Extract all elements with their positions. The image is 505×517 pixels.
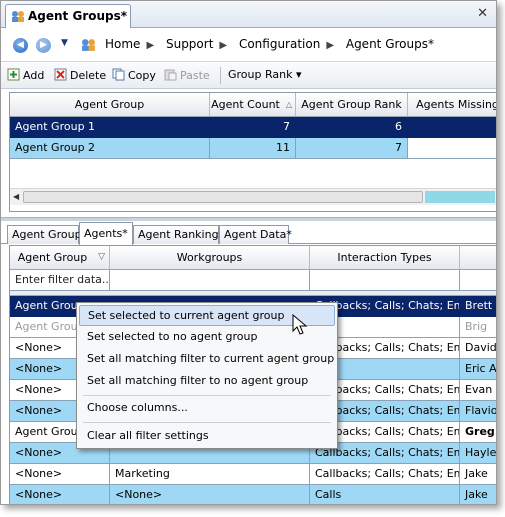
filter-input-agent-group[interactable]: Enter filter data...	[10, 270, 110, 291]
menu-item-set-all-matching-current[interactable]: Set all matching filter to current agent…	[79, 349, 335, 370]
cell-agent: David	[460, 338, 496, 359]
menu-separator	[83, 395, 331, 396]
menu-item-choose-columns[interactable]: Choose columns...	[79, 398, 335, 419]
tab-agent-data[interactable]: Agent Data*	[219, 225, 292, 244]
forward-icon[interactable]: ▶	[36, 38, 51, 53]
table-row[interactable]: <None> <None> Calls Jake	[10, 485, 496, 504]
breadcrumb-configuration[interactable]: Configuration	[239, 37, 320, 51]
filter-row: Enter filter data...	[10, 270, 496, 291]
add-button[interactable]: Add	[7, 68, 44, 82]
detail-tabs: Agent Group Agents* Agent Rankings Agent…	[1, 222, 496, 245]
breadcrumb-separator-icon: ▶	[219, 40, 228, 51]
menu-separator	[83, 422, 331, 423]
document-tab-title: Agent Groups*	[28, 9, 128, 23]
history-dropdown-icon[interactable]: ▼	[61, 38, 68, 48]
breadcrumb-separator-icon: ▶	[146, 40, 155, 51]
cell-agent-group: Agent Group 1	[10, 117, 210, 138]
filter-input-workgroups[interactable]	[110, 270, 310, 291]
cell-agent: Jake	[460, 485, 496, 504]
scrollbar-track[interactable]	[425, 191, 495, 203]
cell-agent: Greg	[460, 422, 496, 443]
copy-button[interactable]: Copy	[112, 68, 156, 82]
breadcrumb: Home ▶ Support ▶ Configuration ▶ Agent Grou…	[105, 37, 440, 51]
column-header-agent-group[interactable]: Agent Group	[10, 93, 210, 117]
cell-agent: Brig	[460, 317, 496, 338]
agent-group-icon	[82, 39, 95, 51]
breadcrumb-separator-icon: ▶	[326, 40, 335, 51]
cell-agent-group: <None>	[10, 464, 110, 485]
cell-agent: Eric A	[460, 359, 496, 380]
agent-groups-grid: Agent Group Agent Count △ Agent Group Ran…	[9, 92, 496, 212]
menu-item-set-all-matching-none[interactable]: Set all matching filter to no agent grou…	[79, 371, 335, 392]
cell-agent-count: 11	[210, 138, 296, 159]
cell-agent-group: <None>	[10, 485, 110, 504]
copy-icon	[112, 68, 125, 81]
toolbar: Add Delete Copy Paste Group Rank ▾	[1, 63, 496, 89]
column-header-agent-count[interactable]: Agent Count △	[210, 93, 296, 117]
scroll-left-icon[interactable]: ◀	[13, 192, 19, 201]
filter-input-agent[interactable]	[460, 270, 496, 291]
tab-agent-group[interactable]: Agent Group	[7, 225, 82, 244]
toolbar-separator	[220, 67, 221, 84]
add-icon	[7, 68, 20, 81]
cell-agent: Jake	[460, 464, 496, 485]
delete-icon	[54, 68, 67, 81]
paste-icon	[164, 69, 177, 81]
cell-agents-missing	[408, 117, 496, 138]
document-tab-strip: Agent Groups* ✕	[1, 1, 496, 28]
cell-agent-count: 7	[210, 117, 296, 138]
cell-agent-group: Agent Group 2	[10, 138, 210, 159]
cell-agent: Hayley	[460, 443, 496, 464]
close-icon[interactable]: ✕	[477, 6, 488, 21]
tab-agent-rankings[interactable]: Agent Rankings	[133, 225, 224, 244]
tab-agents[interactable]: Agents*	[79, 222, 133, 245]
filter-icon[interactable]: ▽	[98, 246, 105, 269]
delete-button[interactable]: Delete	[54, 68, 106, 82]
mouse-cursor-icon	[292, 314, 308, 335]
column-header-agent-group[interactable]: Agent Group ▽	[10, 246, 110, 270]
table-row[interactable]: <None> Marketing Callbacks; Calls; Chats…	[10, 464, 496, 485]
column-header-workgroups[interactable]: Workgroups	[110, 246, 310, 270]
cell-agents-missing	[408, 138, 496, 159]
paste-button[interactable]: Paste	[164, 68, 210, 82]
table-row[interactable]: Agent Group 1 7 6	[10, 117, 496, 138]
column-header-agent[interactable]	[460, 246, 496, 270]
back-icon[interactable]: ◀	[13, 38, 28, 53]
cell-agent-group-rank: 6	[296, 117, 408, 138]
agent-group-icon	[12, 11, 24, 22]
cell-agent: Evan	[460, 380, 496, 401]
group-rank-dropdown[interactable]: Group Rank ▾	[228, 68, 302, 81]
breadcrumb-support[interactable]: Support	[166, 37, 213, 51]
pane-splitter[interactable]	[1, 217, 496, 221]
table-row[interactable]: Agent Group 2 11 7	[10, 138, 496, 159]
cell-agent: Brett	[460, 296, 496, 317]
menu-item-clear-filters[interactable]: Clear all filter settings	[79, 426, 335, 447]
scrollbar-thumb[interactable]	[23, 191, 423, 203]
cell-workgroups: Marketing	[110, 464, 310, 485]
cell-workgroups: <None>	[110, 485, 310, 504]
document-tab-agent-groups[interactable]: Agent Groups*	[5, 4, 131, 28]
breadcrumb-agent-groups[interactable]: Agent Groups*	[346, 37, 434, 51]
breadcrumb-home[interactable]: Home	[105, 37, 140, 51]
cell-agent: Flavio	[460, 401, 496, 422]
cell-agent-group-rank: 7	[296, 138, 408, 159]
filter-input-interaction-types[interactable]	[310, 270, 460, 291]
cell-interaction-types: Calls	[310, 485, 460, 504]
column-header-agent-group-rank[interactable]: Agent Group Rank	[296, 93, 408, 117]
column-header-interaction-types[interactable]: Interaction Types	[310, 246, 460, 270]
column-header-agents-missing[interactable]: Agents Missing	[408, 93, 496, 117]
horizontal-scrollbar[interactable]: ◀	[10, 188, 496, 205]
cell-interaction-types: Callbacks; Calls; Chats; Em	[310, 464, 460, 485]
address-bar: ◀ ▶ ▼ Home ▶ Support ▶ Configuration ▶ Agen…	[1, 29, 496, 62]
sort-ascending-icon: △	[285, 100, 292, 109]
